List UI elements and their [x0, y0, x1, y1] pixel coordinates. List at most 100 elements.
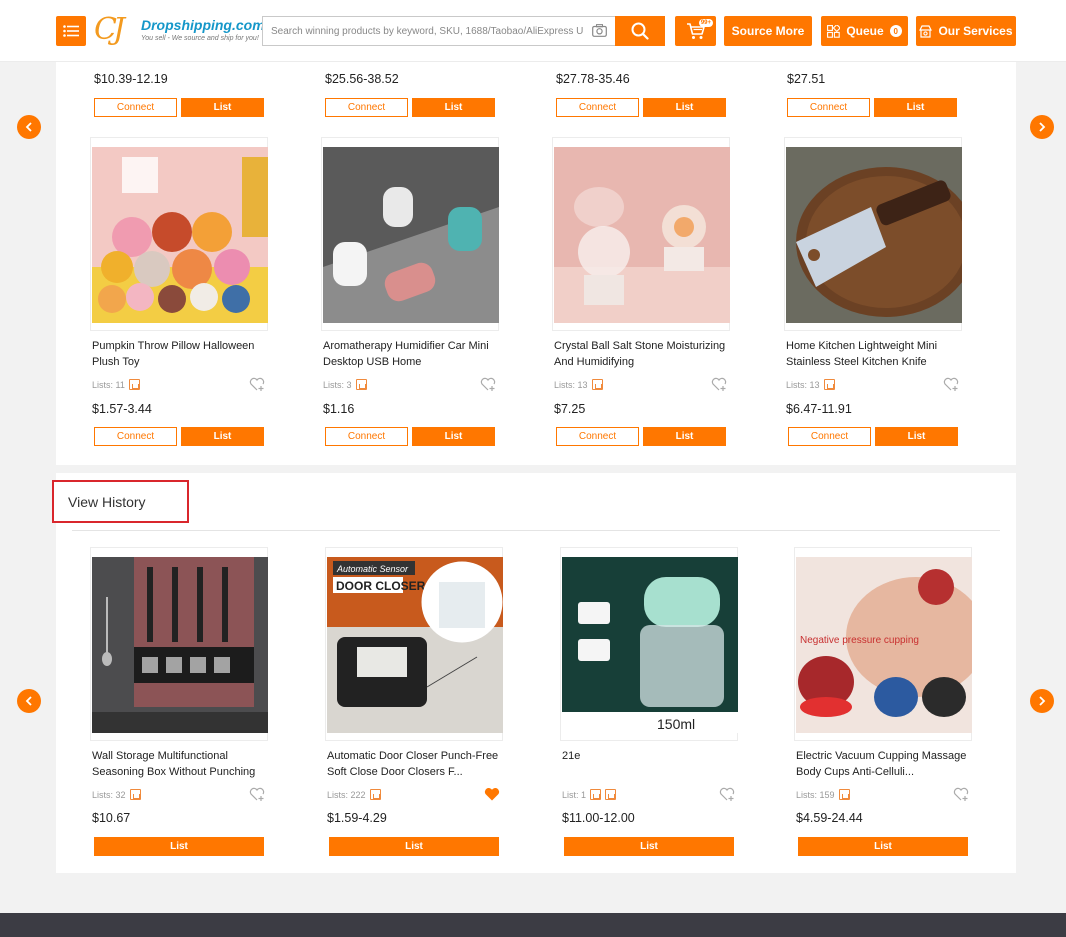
product-image[interactable]: 150ml [560, 547, 738, 741]
lists-count: Lists: 159 [796, 789, 835, 800]
heart-add-icon[interactable] [953, 787, 969, 801]
heart-add-icon[interactable] [719, 787, 735, 801]
connect-button[interactable]: Connect [325, 427, 408, 446]
list-button[interactable]: List [329, 837, 499, 856]
heart-filled-icon[interactable] [484, 787, 500, 801]
next-arrow-button[interactable] [1030, 115, 1054, 139]
heart-add-icon[interactable] [711, 377, 727, 391]
list-button[interactable]: List [181, 427, 264, 446]
connect-button[interactable]: Connect [788, 427, 871, 446]
list-button[interactable]: List [798, 837, 968, 856]
our-services-label: Our Services [938, 24, 1013, 38]
cart-button[interactable]: 99+ [675, 16, 716, 46]
view-history-label: View History [68, 493, 146, 510]
product-image[interactable] [552, 137, 730, 331]
cj-logo[interactable]: CJ Dropshipping.com You sell - We source… [94, 12, 265, 48]
product-price: $6.47-11.91 [786, 402, 852, 416]
heart-add-icon[interactable] [249, 377, 265, 391]
product-image[interactable] [321, 137, 499, 331]
product-lists: Lists: 13 [786, 379, 835, 390]
product-lists: Lists: 11 [92, 379, 140, 390]
chevron-left-icon [25, 696, 32, 706]
prev-arrow-button[interactable] [17, 115, 41, 139]
queue-button[interactable]: Queue 0 [821, 16, 908, 46]
product-price: $11.00-12.00 [562, 811, 635, 825]
product-price: $7.25 [554, 402, 586, 416]
connect-button[interactable]: Connect [325, 98, 408, 117]
product-title[interactable]: Aromatherapy Humidifier Car Mini Desktop… [323, 338, 499, 370]
product-title[interactable]: Wall Storage Multifunctional Seasoning B… [92, 748, 268, 780]
store-icon [355, 379, 367, 390]
list-button[interactable]: List [94, 837, 264, 856]
history-next-arrow-button[interactable] [1030, 689, 1054, 713]
product-image[interactable]: Negative pressure cupping [794, 547, 972, 741]
connect-button[interactable]: Connect [556, 427, 639, 446]
store-icon [823, 379, 835, 390]
heart-add-icon[interactable] [249, 787, 265, 801]
list-button[interactable]: List [643, 98, 726, 117]
source-more-button[interactable]: Source More [724, 16, 812, 46]
product-lists: List: 1 [562, 789, 617, 800]
connect-button[interactable]: Connect [94, 427, 177, 446]
queue-label: Queue [846, 24, 884, 38]
list-button[interactable]: List [875, 427, 958, 446]
heart-add-icon[interactable] [480, 377, 496, 391]
product-price: $10.39-12.19 [94, 72, 168, 86]
connect-button[interactable]: Connect [787, 98, 870, 117]
list-button[interactable]: List [874, 98, 957, 117]
chevron-left-icon [25, 122, 32, 132]
lists-count: List: 1 [562, 789, 587, 800]
heart-add-icon[interactable] [943, 377, 959, 391]
product-price: $25.56-38.52 [325, 72, 399, 86]
camera-icon[interactable] [592, 24, 607, 37]
store-icon [369, 789, 381, 800]
product-price: $1.16 [323, 402, 355, 416]
list-button[interactable]: List [564, 837, 734, 856]
product-price: $27.78-35.46 [556, 72, 630, 86]
product-title[interactable]: 21e [562, 748, 738, 780]
queue-count: 0 [889, 25, 902, 37]
product-title[interactable]: Home Kitchen Lightweight Mini Stainless … [786, 338, 962, 370]
history-prev-arrow-button[interactable] [17, 689, 41, 713]
list-button[interactable]: List [412, 427, 495, 446]
our-services-button[interactable]: Our Services [916, 16, 1016, 46]
product-image[interactable] [90, 137, 268, 331]
connect-button[interactable]: Connect [94, 98, 177, 117]
product-title[interactable]: Automatic Door Closer Punch-Free Soft Cl… [327, 748, 503, 780]
store-icon [128, 379, 140, 390]
pumpkin-pillows-image [92, 147, 268, 323]
product-lists: Lists: 3 [323, 379, 367, 390]
top-header: CJ Dropshipping.com You sell - We source… [0, 0, 1066, 62]
product-title[interactable]: Electric Vacuum Cupping Massage Body Cup… [796, 748, 972, 780]
list-button[interactable]: List [412, 98, 495, 117]
search-input[interactable] [263, 17, 583, 45]
cupping-caption: Negative pressure cupping [800, 635, 919, 646]
product-lists: Lists: 32 [92, 789, 141, 800]
product-lists: Lists: 222 [327, 789, 381, 800]
product-image[interactable] [784, 137, 962, 331]
product-price: $10.67 [92, 811, 131, 825]
logo-name: Dropshipping.com [141, 17, 265, 33]
product-lists: Lists: 159 [796, 789, 850, 800]
product-image[interactable] [90, 547, 268, 741]
lists-count: Lists: 13 [786, 379, 820, 390]
logo-tagline: You sell - We source and ship for you! [141, 35, 259, 42]
menu-list-icon [63, 25, 79, 37]
chopper-capacity-caption: 150ml [657, 716, 695, 732]
menu-button[interactable] [56, 16, 86, 46]
product-title[interactable]: Pumpkin Throw Pillow Halloween Plush Toy [92, 338, 268, 370]
list-button[interactable]: List [643, 427, 726, 446]
product-title[interactable]: Crystal Ball Salt Stone Moisturizing And… [554, 338, 730, 370]
services-icon [919, 24, 933, 38]
product-lists: Lists: 13 [554, 379, 603, 390]
logo-mark: CJ [94, 12, 125, 47]
page-footer [0, 913, 1066, 937]
connect-button[interactable]: Connect [556, 98, 639, 117]
product-image[interactable]: Automatic Sensor DOOR CLOSER [325, 547, 503, 741]
search-icon [631, 22, 649, 40]
store-icon [590, 789, 602, 800]
mini-chopper-image: 150ml [562, 557, 738, 733]
search-button[interactable] [615, 16, 665, 46]
list-button[interactable]: List [181, 98, 264, 117]
kitchen-knife-image [786, 147, 962, 323]
